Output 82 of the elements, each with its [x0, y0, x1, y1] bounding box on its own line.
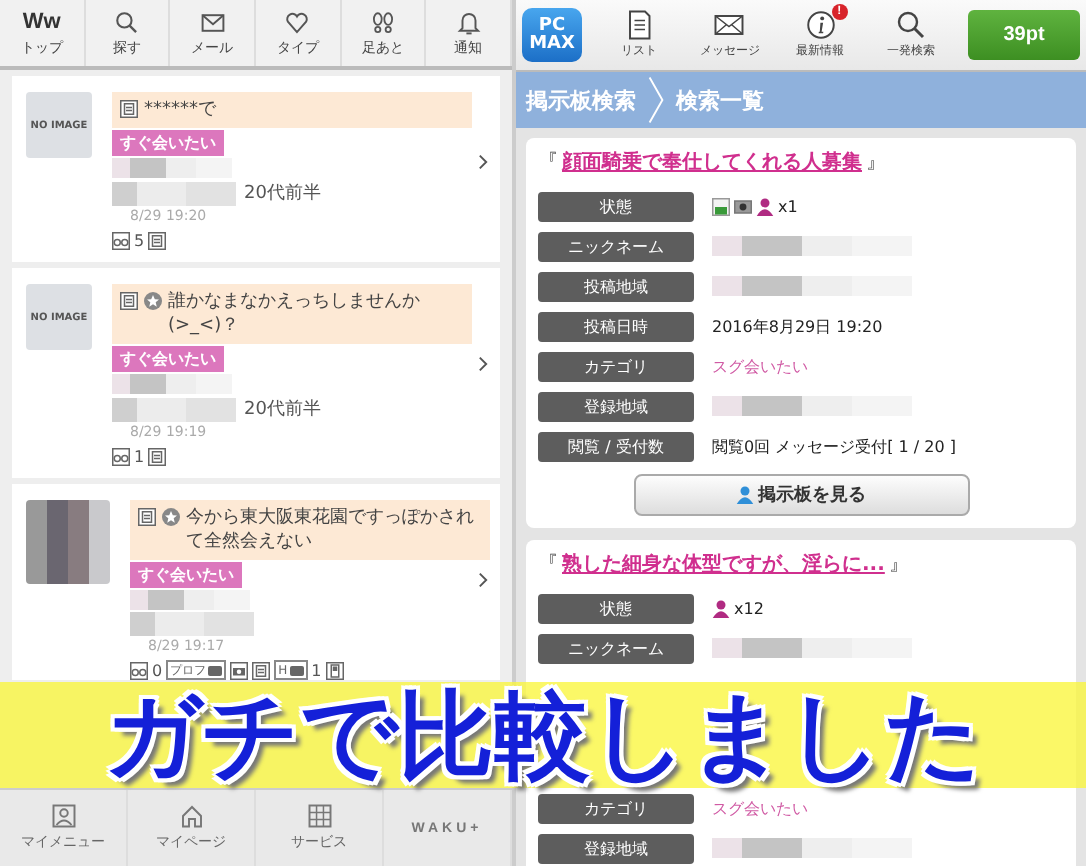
- status-count: x12: [734, 599, 764, 617]
- field-label: 登録地域: [538, 833, 694, 863]
- view-count: 0: [152, 661, 163, 679]
- document-icon: [120, 100, 138, 118]
- message-text: 今から東大阪東花園ですっぽかされて全然会えない: [186, 506, 476, 554]
- document-icon: [138, 508, 156, 526]
- grid-icon: [307, 804, 331, 828]
- age-text: 20代前半: [244, 181, 321, 206]
- mail-icon: [714, 10, 745, 40]
- quote-mark: 『: [538, 551, 558, 578]
- field-label: 状態: [538, 191, 694, 221]
- chevron-icon: [478, 154, 488, 171]
- age-text: 20代前半: [244, 397, 321, 422]
- heart-icon: [284, 9, 311, 35]
- category-value: スグ会いたい: [712, 355, 808, 377]
- field-label: ニックネーム: [538, 231, 694, 261]
- glasses-icon: [112, 448, 130, 466]
- field-label: 状態: [538, 593, 694, 623]
- person-icon: [51, 804, 75, 828]
- footprints-icon: [370, 9, 397, 35]
- post-title-link[interactable]: 顔面騎乗で奉仕してくれる人募集: [562, 148, 862, 176]
- blurred-area: [130, 612, 254, 636]
- logo-text: MAX: [529, 35, 575, 53]
- status-count: x1: [778, 197, 798, 215]
- phone-icon: [325, 662, 344, 680]
- category-value: スグ会いたい: [712, 797, 808, 819]
- home-icon: [179, 804, 203, 828]
- field-label: ニックネーム: [538, 633, 694, 663]
- chevron-icon: [648, 72, 664, 128]
- star-icon: [144, 292, 162, 310]
- field-label: 投稿地域: [538, 271, 694, 301]
- document-icon: [148, 232, 167, 250]
- photo-count: 1: [311, 661, 322, 679]
- chevron-icon: [478, 356, 488, 373]
- document-icon: [712, 197, 730, 215]
- blurred-name: [130, 590, 250, 610]
- mail-icon: [199, 9, 226, 35]
- chevron-icon: [478, 571, 488, 588]
- view-count: 5: [134, 231, 145, 249]
- view-count: 1: [134, 447, 145, 465]
- person-icon: [756, 197, 774, 215]
- camera-icon: [230, 662, 249, 680]
- logo-text: Ww: [22, 9, 61, 35]
- blurred-area: [112, 397, 236, 421]
- document-icon: [148, 448, 167, 466]
- blurred-photo: [26, 500, 110, 584]
- quote-mark: 』: [866, 150, 886, 176]
- message-text: 誰かなまなかえっちしませんか(>_<)？: [168, 290, 422, 338]
- logo-text: PC: [538, 17, 566, 35]
- info-icon: [805, 10, 836, 40]
- message-text: ******で: [144, 98, 216, 122]
- view-board-button[interactable]: 掲示板を見る: [633, 474, 969, 516]
- field-label: 登録地域: [538, 391, 694, 421]
- star-icon: [162, 508, 180, 526]
- field-value: 閲覧0回 メッセージ受付[ 1 / 20 ]: [712, 435, 957, 457]
- blurred-area: [112, 181, 236, 205]
- app-logo[interactable]: PC MAX: [522, 8, 582, 62]
- field-label: カテゴリ: [538, 793, 694, 823]
- category-badge: すぐ会いたい: [130, 562, 242, 588]
- list-icon: [624, 10, 655, 40]
- quote-mark: 『: [538, 149, 558, 176]
- document-icon: [252, 662, 271, 680]
- bell-icon: [455, 9, 482, 35]
- post-title-link[interactable]: 熟した細身な体型ですが、淫らに...: [562, 550, 885, 578]
- category-badge: すぐ会いたい: [112, 130, 224, 156]
- field-label: カテゴリ: [538, 351, 694, 381]
- document-icon: [120, 292, 138, 310]
- glasses-icon: [112, 232, 130, 250]
- blurred-name: [112, 374, 232, 394]
- person-icon: [712, 599, 730, 617]
- field-label: 投稿日時: [538, 311, 694, 341]
- field-value: 2016年8月29日 19:20: [712, 315, 883, 337]
- camera-icon: [734, 197, 752, 215]
- glasses-icon: [130, 662, 148, 680]
- search-icon: [114, 9, 140, 35]
- banner-title: ガチで比較しました: [104, 683, 982, 787]
- person-icon: [736, 486, 754, 504]
- quote-mark: 』: [888, 552, 909, 578]
- blurred-name: [112, 158, 232, 178]
- field-label: 閲覧 / 受付数: [538, 431, 694, 461]
- category-badge: すぐ会いたい: [112, 346, 224, 372]
- search-icon: [895, 10, 926, 40]
